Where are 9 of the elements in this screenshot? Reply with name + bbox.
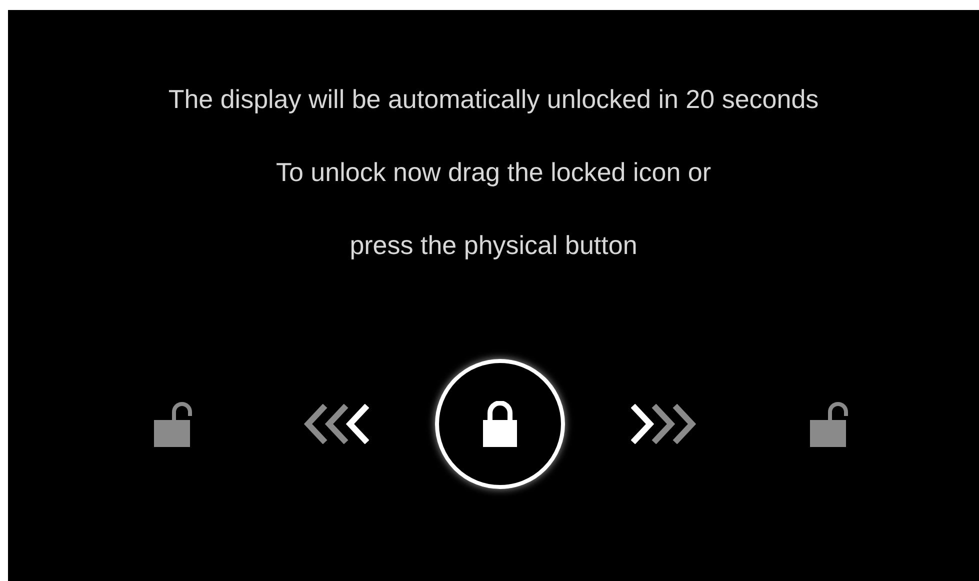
unlocked-padlock-icon (152, 401, 192, 447)
drag-lock-handle[interactable] (434, 359, 564, 489)
unlock-message: To unlock now drag the locked icon or (276, 158, 712, 187)
left-chevrons-icon (302, 404, 368, 444)
padlock-icon (482, 401, 518, 447)
unlock-message: The display will be automatically unlocked in 20 seconds (168, 85, 819, 114)
right-chevrons-icon (630, 404, 696, 444)
unlock-message: press the physical button (350, 231, 638, 260)
unlocked-padlock-icon (808, 401, 848, 447)
